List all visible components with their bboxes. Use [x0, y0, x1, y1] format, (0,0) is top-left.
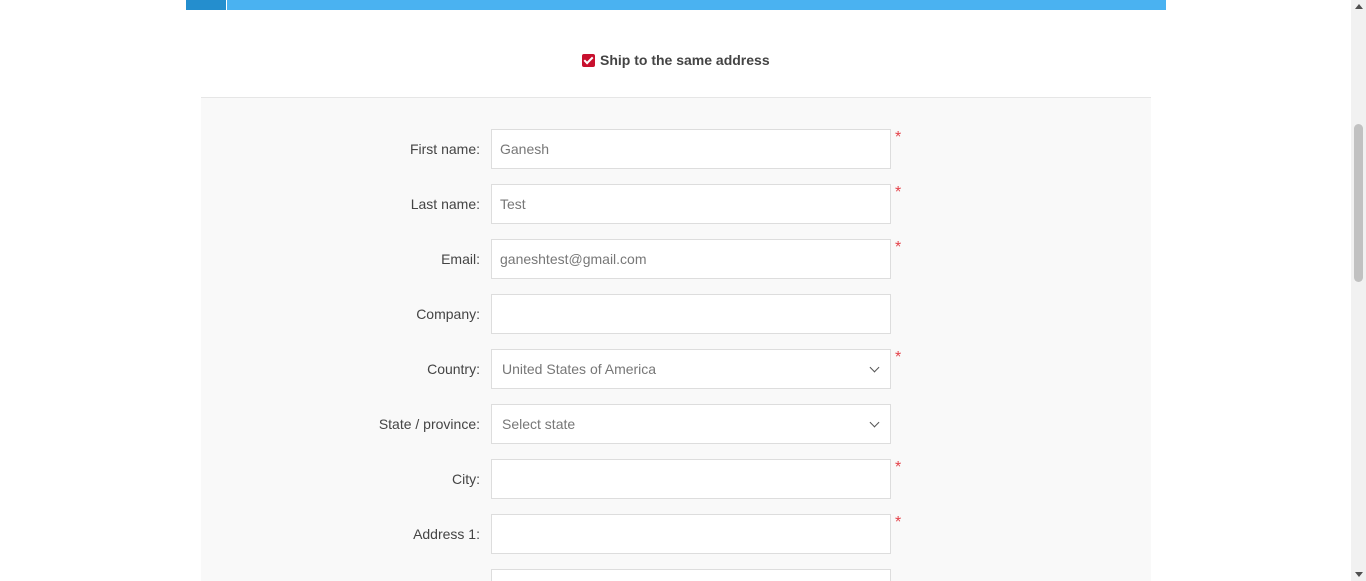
- city-label: City:: [452, 471, 480, 487]
- form-row-address1: Address 1: *: [201, 514, 1151, 554]
- page-scrollbar[interactable]: [1351, 0, 1366, 581]
- required-mark: *: [895, 459, 902, 476]
- last-name-input[interactable]: Test: [491, 184, 891, 224]
- address1-label: Address 1:: [413, 526, 480, 542]
- form-row-company: Company:: [201, 294, 1151, 334]
- state-label: State / province:: [378, 416, 480, 432]
- city-input[interactable]: [491, 459, 891, 499]
- country-selected-value: United States of America: [502, 361, 657, 377]
- form-row-city: City: *: [201, 459, 1151, 499]
- state-selected-value: Select state: [502, 416, 576, 432]
- email-input[interactable]: ganeshtest@gmail.com: [491, 239, 891, 279]
- email-label: Email:: [441, 251, 480, 267]
- required-mark: *: [895, 514, 902, 531]
- chevron-down-icon: [869, 362, 880, 372]
- form-row-country: Country: United States of America *: [201, 349, 1151, 389]
- form-row-first-name: First name: Ganesh *: [201, 129, 1151, 169]
- first-name-label: First name:: [409, 141, 480, 157]
- country-label: Country:: [427, 361, 480, 377]
- ship-same-address-checkbox[interactable]: [582, 53, 595, 67]
- ship-same-address-option[interactable]: Ship to the same address: [582, 50, 770, 70]
- next-input[interactable]: [491, 569, 891, 581]
- chevron-down-icon: [869, 417, 880, 427]
- address1-input[interactable]: [491, 514, 891, 554]
- first-name-input[interactable]: Ganesh: [491, 129, 891, 169]
- last-name-label: Last name:: [410, 196, 480, 212]
- required-mark: *: [895, 184, 902, 201]
- form-row-last-name: Last name: Test *: [201, 184, 1151, 224]
- checkout-page: Ship to the same address First name: Gan…: [0, 0, 1366, 581]
- ship-same-address-label: Ship to the same address: [600, 52, 770, 68]
- checkout-step-bar: [186, 0, 1166, 10]
- company-label: Company:: [416, 306, 480, 322]
- scrollbar-thumb[interactable]: [1354, 124, 1363, 282]
- scroll-up-arrow-icon[interactable]: [1355, 4, 1363, 9]
- billing-address-form: First name: Ganesh * Last name: Test * E…: [201, 97, 1151, 581]
- required-mark: *: [895, 349, 902, 366]
- form-row-next: [201, 569, 1151, 581]
- form-row-state: State / province: Select state: [201, 404, 1151, 444]
- form-row-email: Email: ganeshtest@gmail.com *: [201, 239, 1151, 279]
- step-active-indicator: [186, 0, 227, 10]
- scroll-down-arrow-icon[interactable]: [1355, 572, 1363, 577]
- required-mark: *: [895, 239, 902, 256]
- state-select[interactable]: Select state: [491, 404, 891, 444]
- company-input[interactable]: [491, 294, 891, 334]
- required-mark: *: [895, 129, 902, 146]
- country-select[interactable]: United States of America: [491, 349, 891, 389]
